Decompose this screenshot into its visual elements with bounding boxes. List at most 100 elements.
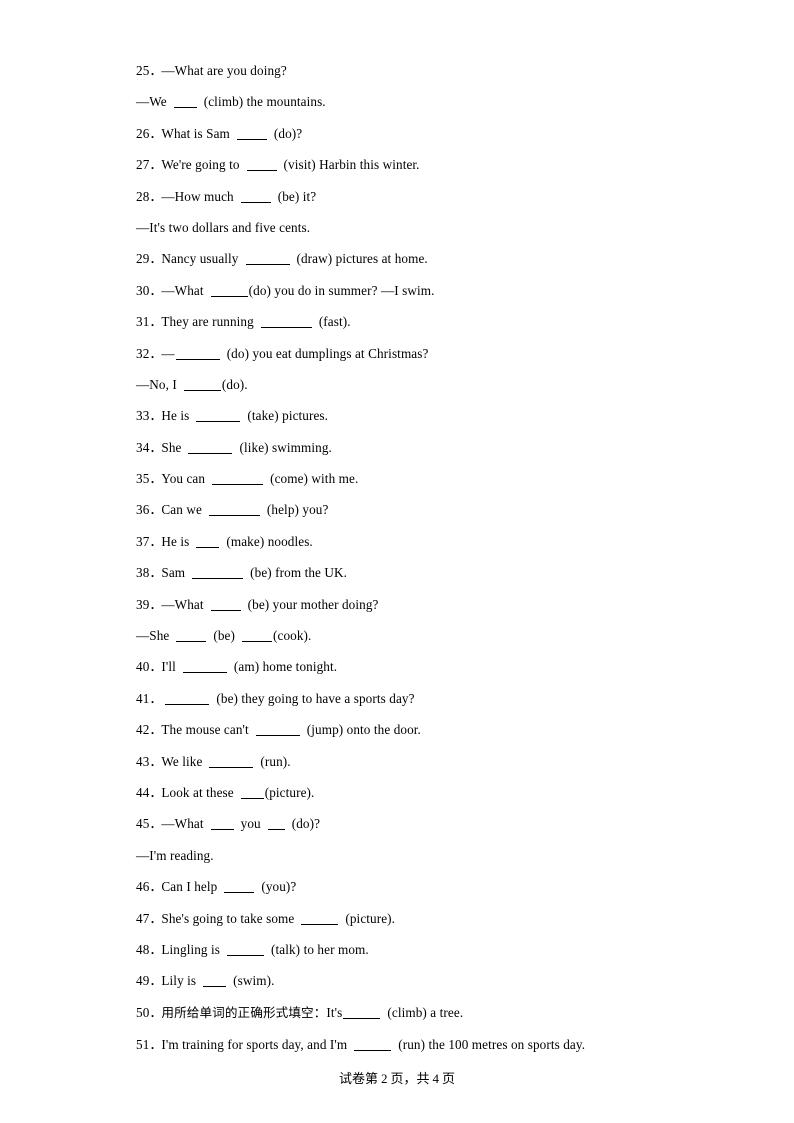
question-number-28: 28: [136, 188, 150, 204]
question-item-28: 28．—How much (be) it?: [136, 188, 317, 204]
answer-blank[interactable]: [212, 473, 264, 486]
answer-blank[interactable]: [242, 630, 273, 643]
answer-blank[interactable]: [260, 316, 312, 329]
answer-blank[interactable]: [224, 881, 255, 894]
number-separator: ．: [149, 188, 163, 204]
answer-blank[interactable]: [182, 661, 227, 674]
question-answer-line-32: —No, I (do).: [136, 376, 248, 392]
answer-blank[interactable]: [188, 442, 233, 454]
question-number-27: 27: [136, 157, 150, 173]
number-separator: ．: [149, 722, 163, 738]
question-number-50: 50: [136, 1004, 150, 1020]
number-separator: ．: [149, 408, 163, 424]
question-item-50: 50．用所给单词的正确形式填空：It's (climb) a tree.: [136, 1004, 464, 1020]
number-separator: ．: [149, 690, 163, 706]
number-separator: ．: [149, 973, 163, 989]
answer-blank[interactable]: [196, 536, 220, 548]
question-item-34: 34．She (like) swimming.: [136, 439, 332, 455]
question-number-33: 33: [136, 408, 150, 424]
number-separator: ．: [149, 753, 163, 769]
question-number-25: 25: [136, 63, 150, 78]
question-item-36: 36．Can we (help) you?: [136, 502, 329, 518]
question-number-38: 38: [136, 565, 150, 581]
question-answer-line-25: —We (climb) the mountains.: [136, 94, 326, 110]
question-item-49: 49．Lily is (swim).: [136, 973, 275, 989]
answer-blank[interactable]: [210, 285, 248, 297]
number-separator: ．: [149, 1036, 163, 1052]
question-item-44: 44．Look at these (picture).: [136, 784, 315, 800]
question-number-47: 47: [136, 910, 150, 926]
question-number-45: 45: [136, 816, 150, 832]
answer-blank[interactable]: [354, 1039, 392, 1051]
answer-blank[interactable]: [343, 1007, 381, 1019]
answer-blank[interactable]: [208, 504, 260, 517]
answer-blank[interactable]: [240, 787, 264, 799]
question-item-32: 32．— (do) you eat dumplings at Christmas?: [136, 345, 429, 361]
answer-blank[interactable]: [176, 630, 207, 643]
answer-blank[interactable]: [245, 253, 290, 266]
answer-blank[interactable]: [175, 348, 220, 360]
number-separator: ．: [149, 816, 163, 832]
question-instruction-chinese: 用所给单词的正确形式填空：: [161, 1004, 327, 1020]
number-separator: ．: [149, 533, 163, 549]
question-item-39: 39．—What (be) your mother doing?: [136, 596, 379, 612]
question-item-33: 33．He is (take) pictures.: [136, 408, 329, 424]
page-footer: 试卷第 2 页，共 4 页: [0, 1072, 794, 1086]
question-item-48: 48．Lingling is (talk) to her mom.: [136, 941, 369, 957]
answer-blank[interactable]: [246, 159, 277, 172]
question-text-25: —What are you doing?: [161, 63, 287, 78]
question-answer-line-28: —It's two dollars and five cents.: [136, 219, 311, 235]
question-number-44: 44: [136, 784, 150, 800]
number-separator: ．: [149, 439, 163, 455]
answer-blank[interactable]: [165, 693, 210, 705]
answer-blank[interactable]: [210, 599, 241, 611]
question-list: 25．—What are you doing? —We (climb) the m…: [136, 64, 666, 1069]
answer-blank[interactable]: [173, 96, 197, 109]
answer-blank[interactable]: [240, 191, 271, 203]
question-number-30: 30: [136, 282, 150, 298]
answer-blank[interactable]: [209, 756, 254, 768]
number-separator: ．: [149, 784, 163, 800]
question-item-30: 30．—What (do) you do in summer? —I swim.: [136, 282, 435, 298]
question-number-26: 26: [136, 125, 150, 141]
question-number-37: 37: [136, 533, 150, 549]
question-number-43: 43: [136, 753, 150, 769]
number-separator: ．: [149, 941, 163, 957]
question-item-38: 38．Sam (be) from the UK.: [136, 565, 348, 581]
number-separator: ．: [149, 157, 163, 173]
answer-blank[interactable]: [210, 818, 234, 831]
question-number-34: 34: [136, 439, 150, 455]
footer-current-page: 2: [380, 1071, 388, 1086]
number-separator: ．: [149, 471, 163, 487]
question-number-41: 41: [136, 690, 150, 706]
question-number-32: 32: [136, 345, 150, 361]
question-number-42: 42: [136, 722, 150, 738]
footer-suffix: 页: [442, 1072, 456, 1087]
answer-blank[interactable]: [255, 724, 300, 737]
answer-blank[interactable]: [203, 975, 227, 988]
question-item-40: 40．I'll (am) home tonight.: [136, 659, 338, 675]
number-separator: ．: [149, 879, 163, 895]
answer-blank[interactable]: [301, 913, 339, 925]
number-separator: ．: [149, 502, 163, 518]
question-item-25: 25．—What are you doing?: [136, 64, 666, 77]
question-number-49: 49: [136, 973, 150, 989]
question-item-45: 45．—What you (do)?: [136, 816, 321, 832]
question-item-35: 35．You can (come) with me.: [136, 471, 359, 487]
footer-middle: 页，共: [390, 1072, 430, 1087]
question-number-36: 36: [136, 502, 150, 518]
question-item-31: 31．They are running (fast).: [136, 314, 351, 330]
answer-blank[interactable]: [192, 567, 244, 580]
number-separator: ．: [149, 125, 163, 141]
answer-blank[interactable]: [196, 410, 241, 423]
number-separator: ．: [149, 1004, 163, 1020]
answer-blank[interactable]: [227, 944, 265, 956]
question-answer-line-39: —She (be) (cook).: [136, 628, 312, 644]
answer-blank[interactable]: [236, 128, 267, 140]
question-number-51: 51: [136, 1036, 150, 1052]
answer-blank[interactable]: [267, 818, 285, 831]
question-number-31: 31: [136, 314, 150, 330]
answer-blank[interactable]: [183, 379, 221, 391]
number-separator: ．: [149, 659, 163, 675]
number-separator: ．: [149, 345, 163, 361]
